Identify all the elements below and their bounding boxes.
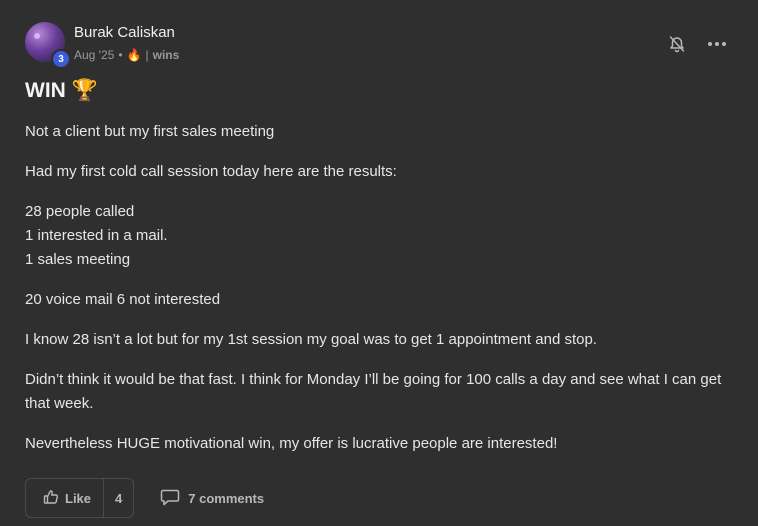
body-line: Not a client but my first sales meeting bbox=[25, 123, 275, 140]
like-button[interactable]: Like bbox=[26, 479, 105, 517]
body-line: 1 interested in a mail. bbox=[25, 227, 168, 244]
body-line: Didn’t think it would be that fast. I th… bbox=[25, 371, 722, 412]
body-line: 28 people called bbox=[25, 203, 135, 220]
post-actions: Like 4 7 comments bbox=[25, 478, 264, 518]
body-paragraph: Had my first cold call session today her… bbox=[25, 160, 730, 184]
post-date: Aug '25 bbox=[74, 48, 115, 62]
level-badge: 3 bbox=[51, 49, 71, 69]
meta-divider: | bbox=[145, 48, 149, 62]
like-count[interactable]: 4 bbox=[104, 479, 133, 517]
body-line: Nevertheless HUGE motivational win, my o… bbox=[25, 435, 558, 452]
meta-separator: • bbox=[118, 48, 123, 62]
post-title: WIN 🏆 bbox=[25, 79, 98, 102]
post-body: Not a client but my first sales meeting … bbox=[25, 120, 730, 472]
author-name[interactable]: Burak Caliskan bbox=[74, 24, 175, 41]
body-line: I know 28 isn’t a lot but for my 1st ses… bbox=[25, 331, 597, 348]
post-meta: Aug '25 • 🔥 | wins bbox=[74, 48, 179, 62]
bell-off-icon[interactable] bbox=[667, 34, 687, 54]
body-paragraph: Nevertheless HUGE motivational win, my o… bbox=[25, 432, 730, 456]
post-card: 3 Burak Caliskan Aug '25 • 🔥 | wins WIN … bbox=[0, 0, 758, 526]
comments-label: 7 comments bbox=[188, 490, 265, 506]
body-paragraph: I know 28 isn’t a lot but for my 1st ses… bbox=[25, 328, 730, 352]
like-group: Like 4 bbox=[25, 478, 135, 518]
body-paragraph: 20 voice mail 6 not interested bbox=[25, 288, 730, 312]
like-label: Like bbox=[65, 490, 92, 506]
body-line: 20 voice mail 6 not interested bbox=[25, 291, 221, 308]
fire-icon: 🔥 bbox=[126, 48, 142, 62]
avatar-detail bbox=[34, 33, 40, 39]
body-paragraph: 28 people called 1 interested in a mail.… bbox=[25, 200, 730, 272]
body-line: Had my first cold call session today her… bbox=[25, 163, 397, 180]
body-paragraph: Not a client but my first sales meeting bbox=[25, 120, 730, 144]
body-paragraph: Didn’t think it would be that fast. I th… bbox=[25, 368, 730, 416]
more-horizontal-icon[interactable] bbox=[706, 34, 728, 54]
comment-icon bbox=[160, 488, 180, 509]
body-line: 1 sales meeting bbox=[25, 251, 131, 268]
comments-button[interactable]: 7 comments bbox=[160, 488, 264, 509]
post-category[interactable]: wins bbox=[153, 48, 180, 62]
thumbs-up-icon bbox=[43, 489, 59, 508]
